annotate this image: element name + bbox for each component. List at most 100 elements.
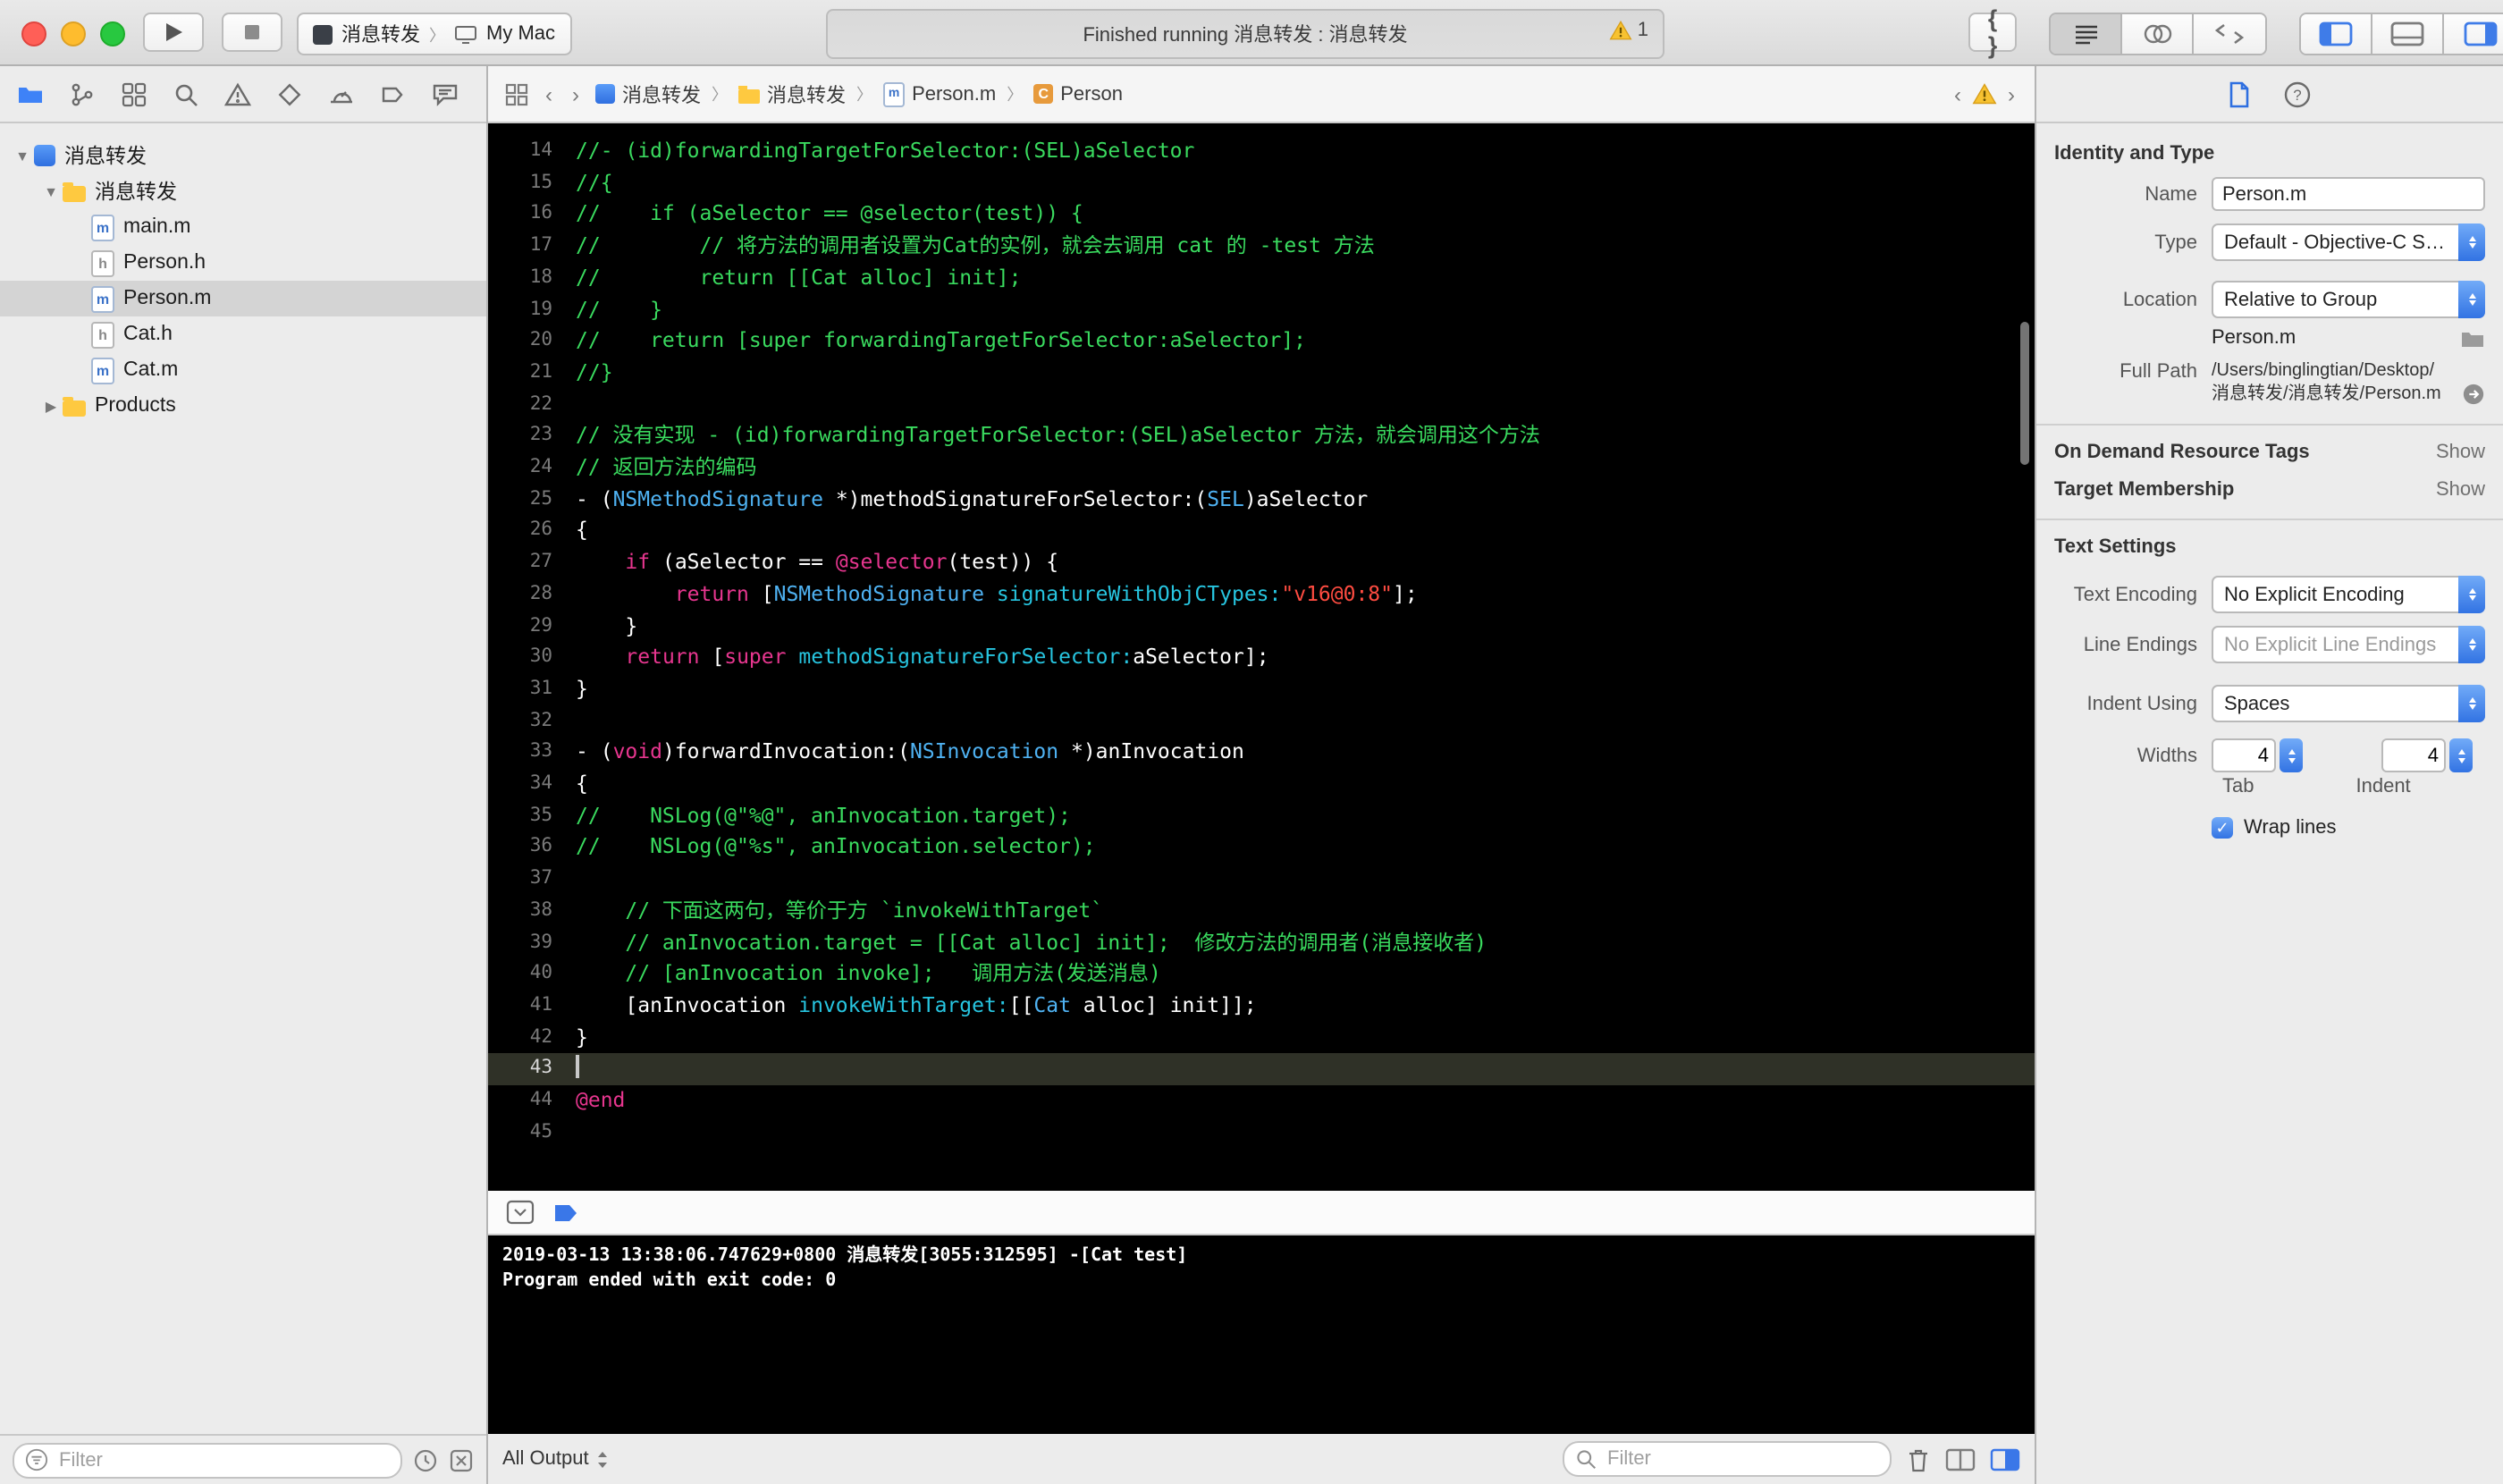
file-tree-row[interactable]: ▼ 消息转发 xyxy=(0,173,486,209)
code-line[interactable]: 34 { xyxy=(488,769,2035,800)
code-line[interactable]: 38 // 下面这两句，等价于方 `invokeWithTarget` xyxy=(488,896,2035,927)
navigator-filter-field[interactable] xyxy=(13,1442,402,1478)
stop-button[interactable] xyxy=(222,13,282,52)
toggle-debug-area-button[interactable] xyxy=(2372,14,2444,54)
file-tree-row[interactable]: m Cat.m xyxy=(0,352,486,388)
disclosure-triangle-icon[interactable]: ▼ xyxy=(39,183,63,199)
code-line[interactable]: 23 // 没有实现 - (id)forwardingTargetForSelec… xyxy=(488,421,2035,452)
code-line[interactable]: 26 { xyxy=(488,516,2035,547)
breadcrumb-item[interactable]: m Person.m xyxy=(883,81,996,106)
symbol-navigator-tab[interactable] xyxy=(107,71,159,117)
code-line[interactable]: 33 - (void)forwardInvocation:(NSInvocatio… xyxy=(488,738,2035,769)
minimize-window-button[interactable] xyxy=(61,21,86,46)
breakpoint-navigator-tab[interactable] xyxy=(367,71,418,117)
run-button[interactable] xyxy=(143,13,204,52)
output-scope-selector[interactable]: All Output xyxy=(502,1448,611,1470)
tab-width-stepper[interactable] xyxy=(2280,738,2303,772)
code-line[interactable]: 45 xyxy=(488,1117,2035,1149)
indent-width-stepper[interactable] xyxy=(2449,738,2473,772)
code-line[interactable]: 28 return [NSMethodSignature signatureWi… xyxy=(488,579,2035,611)
hide-debug-area-button[interactable] xyxy=(506,1200,535,1225)
tab-width-field[interactable] xyxy=(2212,738,2276,772)
code-line[interactable]: 39 // anInvocation.target = [[Cat alloc]… xyxy=(488,927,2035,958)
code-line[interactable]: 36 // NSLog(@"%s", anInvocation.selector)… xyxy=(488,832,2035,864)
code-editor[interactable]: 14 //- (id)forwardingTargetForSelector:(S… xyxy=(488,123,2035,1191)
odr-show-button[interactable]: Show xyxy=(2436,442,2485,463)
warning-badge[interactable]: 1 xyxy=(1609,20,1648,41)
file-inspector-tab[interactable] xyxy=(2228,80,2251,108)
quick-help-tab[interactable]: ? xyxy=(2283,80,2312,108)
file-tree-row[interactable]: h Cat.h xyxy=(0,316,486,352)
code-line[interactable]: 16 // if (aSelector == @selector(test)) { xyxy=(488,199,2035,231)
toggle-navigator-button[interactable] xyxy=(2301,14,2372,54)
code-line[interactable]: 15 //{ xyxy=(488,167,2035,198)
text-encoding-popup[interactable]: No Explicit Encoding xyxy=(2212,576,2485,613)
code-line[interactable]: 31} xyxy=(488,674,2035,705)
project-navigator-tab[interactable] xyxy=(4,71,55,117)
go-back-button[interactable]: ‹ xyxy=(542,81,556,106)
recent-files-filter-button[interactable] xyxy=(413,1447,438,1472)
next-issue-button[interactable]: › xyxy=(2004,81,2018,106)
code-line[interactable]: 42} xyxy=(488,1022,2035,1053)
activity-viewer[interactable]: Finished running 消息转发 : 消息转发 1 xyxy=(826,9,1664,59)
show-console-view-button[interactable] xyxy=(1990,1447,2020,1471)
related-items-icon[interactable] xyxy=(504,81,529,106)
scheme-selector[interactable]: 消息转发 〉 My Mac xyxy=(297,13,572,55)
type-popup[interactable]: Default - Objective-C Sou... xyxy=(2212,223,2485,261)
code-line[interactable]: 22 xyxy=(488,389,2035,420)
zoom-window-button[interactable] xyxy=(100,21,125,46)
file-tree-row[interactable]: ▼ 消息转发 xyxy=(0,138,486,173)
navigator-filter-input[interactable] xyxy=(55,1447,390,1472)
file-tree-row[interactable]: m Person.m xyxy=(0,281,486,316)
test-navigator-tab[interactable] xyxy=(263,71,315,117)
toggle-inspector-button[interactable] xyxy=(2444,14,2503,54)
code-line[interactable]: 24 // 返回方法的编码 xyxy=(488,452,2035,484)
code-line[interactable]: 35 // NSLog(@"%@", anInvocation.target); xyxy=(488,801,2035,832)
issue-navigator-tab[interactable] xyxy=(211,71,263,117)
close-window-button[interactable] xyxy=(21,21,46,46)
go-forward-button[interactable]: › xyxy=(569,81,583,106)
code-line[interactable]: 44 @end xyxy=(488,1085,2035,1117)
file-tree-row[interactable]: ▶ Products xyxy=(0,388,486,424)
clear-console-button[interactable] xyxy=(1906,1446,1931,1472)
code-line[interactable]: 37 xyxy=(488,864,2035,895)
code-line[interactable]: 14 //- (id)forwardingTargetForSelector:(S… xyxy=(488,136,2035,167)
indent-width-field[interactable] xyxy=(2381,738,2446,772)
editor-scrollbar[interactable] xyxy=(2020,322,2029,465)
find-navigator-tab[interactable] xyxy=(159,71,211,117)
code-line[interactable]: 18 // return [[Cat alloc] init]; xyxy=(488,263,2035,294)
standard-editor-button[interactable] xyxy=(2051,14,2122,54)
console-filter-field[interactable] xyxy=(1563,1441,1892,1477)
code-braces-button[interactable]: { } xyxy=(1968,5,2017,59)
source-control-navigator-tab[interactable] xyxy=(55,71,107,117)
open-path-arrow-icon[interactable] xyxy=(2462,383,2485,406)
breadcrumb-item[interactable]: 消息转发 xyxy=(595,80,701,108)
wrap-lines-control[interactable]: ✓ Wrap lines xyxy=(2212,817,2485,839)
console-filter-input[interactable] xyxy=(1604,1446,1879,1471)
code-line[interactable]: 19 // } xyxy=(488,294,2035,325)
scm-status-filter-button[interactable] xyxy=(449,1447,474,1472)
debug-navigator-tab[interactable] xyxy=(315,71,367,117)
location-popup[interactable]: Relative to Group xyxy=(2212,281,2485,318)
code-line[interactable]: 27 if (aSelector == @selector(test)) { xyxy=(488,547,2035,578)
wrap-lines-checkbox[interactable]: ✓ xyxy=(2212,817,2233,839)
console-output[interactable]: 2019-03-13 13:38:06.747629+0800 消息转发[305… xyxy=(488,1235,2035,1434)
file-tree-row[interactable]: h Person.h xyxy=(0,245,486,281)
reveal-folder-icon[interactable] xyxy=(2460,328,2485,348)
version-editor-button[interactable] xyxy=(2194,14,2265,54)
code-line[interactable]: 30 return [super methodSignatureForSelec… xyxy=(488,643,2035,674)
code-line[interactable]: 43 xyxy=(488,1053,2035,1086)
jump-bar-warning-icon[interactable] xyxy=(1972,82,1997,105)
assistant-editor-button[interactable] xyxy=(2122,14,2194,54)
target-show-button[interactable]: Show xyxy=(2436,479,2485,501)
file-tree-row[interactable]: m main.m xyxy=(0,209,486,245)
code-line[interactable]: 21 //} xyxy=(488,358,2035,389)
disclosure-triangle-icon[interactable]: ▼ xyxy=(11,148,34,164)
previous-issue-button[interactable]: ‹ xyxy=(1951,81,1965,106)
code-line[interactable]: 20 // return [super forwardingTargetForSe… xyxy=(488,325,2035,357)
code-line[interactable]: 32 xyxy=(488,705,2035,737)
show-variables-view-button[interactable] xyxy=(1945,1447,1976,1471)
code-line[interactable]: 17 // // 将方法的调用者设置为Cat的实例，就会去调用 cat 的 -te… xyxy=(488,231,2035,262)
breadcrumb-item[interactable]: C Person xyxy=(1033,83,1123,105)
code-line[interactable]: 29 } xyxy=(488,611,2035,642)
